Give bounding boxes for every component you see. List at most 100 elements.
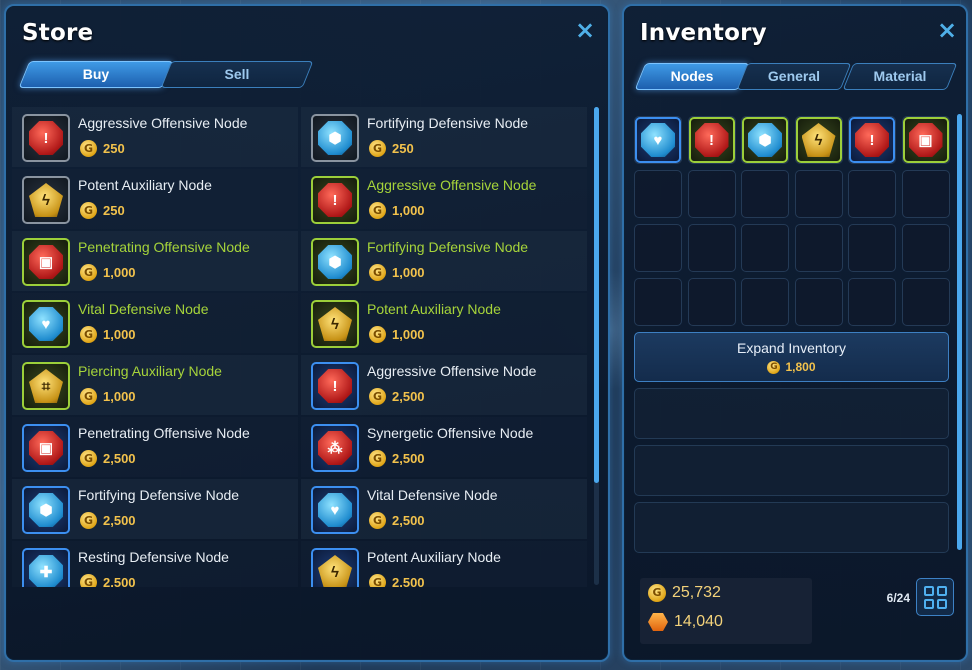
store-item[interactable]: ϟ Potent Auxiliary Node G 2,500	[301, 541, 587, 587]
store-item[interactable]: ⬢ Fortifying Defensive Node G 250	[301, 107, 587, 167]
store-item[interactable]: ▣ Penetrating Offensive Node G 1,000	[12, 231, 298, 291]
store-item[interactable]: ♥ Vital Defensive Node G 1,000	[12, 293, 298, 353]
inventory-slot-filled[interactable]: ⬢	[741, 116, 789, 164]
inventory-slot-empty[interactable]	[794, 278, 843, 326]
store-item-name: Penetrating Offensive Node	[78, 425, 250, 441]
inventory-slot-empty[interactable]	[794, 170, 843, 218]
node-icon: ⬢	[742, 117, 788, 163]
inventory-slot-empty[interactable]	[634, 278, 682, 326]
inventory-slot-empty[interactable]	[901, 170, 950, 218]
tab-sell[interactable]: Sell	[160, 61, 314, 88]
node-icon: ⬢	[311, 114, 359, 162]
tab-buy-label: Buy	[82, 66, 110, 82]
inventory-slot-empty[interactable]	[741, 278, 789, 326]
gold-balance: G 25,732	[648, 584, 721, 602]
node-gem-icon: ♥	[318, 493, 352, 527]
store-item-price-value: 1,000	[103, 265, 136, 280]
inventory-slot-empty[interactable]	[901, 224, 950, 272]
inventory-slot-empty[interactable]	[741, 224, 789, 272]
store-item-price: G 250	[369, 140, 414, 157]
store-item-name: Vital Defensive Node	[78, 301, 209, 317]
inventory-capacity: 6/24	[886, 591, 910, 605]
inventory-slot-empty[interactable]	[794, 224, 843, 272]
store-scrollbar[interactable]	[594, 107, 599, 483]
store-item-price: G 1,000	[369, 264, 425, 281]
store-item-price: G 1,000	[80, 264, 136, 281]
store-item[interactable]: ⁂ Synergetic Offensive Node G 2,500	[301, 417, 587, 477]
expand-inventory-button[interactable]: Expand Inventory G 1,800	[634, 332, 949, 382]
coin-icon: G	[80, 202, 97, 219]
store-item[interactable]: ! Aggressive Offensive Node G 1,000	[301, 169, 587, 229]
node-icon: ⬢	[22, 486, 70, 534]
store-item[interactable]: ▣ Penetrating Offensive Node G 2,500	[12, 417, 298, 477]
store-item-price: G 1,000	[80, 326, 136, 343]
node-icon: ϟ	[22, 176, 70, 224]
inventory-slot-empty[interactable]	[687, 170, 736, 218]
store-item-price: G 1,000	[369, 326, 425, 343]
inventory-slot-empty[interactable]	[848, 278, 896, 326]
store-item[interactable]: ⬢ Fortifying Defensive Node G 2,500	[12, 479, 298, 539]
node-gem-icon: !	[855, 123, 889, 157]
store-item[interactable]: ϟ Potent Auxiliary Node G 1,000	[301, 293, 587, 353]
inventory-slot-empty[interactable]	[634, 170, 682, 218]
tab-nodes[interactable]: Nodes	[634, 63, 750, 90]
node-icon: ⌗	[22, 362, 70, 410]
store-close-icon[interactable]: ×	[574, 18, 596, 42]
locked-slot-row	[634, 388, 949, 439]
expand-price-value: 1,800	[785, 360, 816, 374]
inventory-slot-empty[interactable]	[634, 224, 682, 272]
tab-sell-label: Sell	[224, 66, 250, 82]
node-icon: !	[311, 362, 359, 410]
node-icon: !	[849, 117, 895, 163]
store-item[interactable]: ⬢ Fortifying Defensive Node G 1,000	[301, 231, 587, 291]
node-icon: !	[688, 117, 735, 163]
store-item-name: Fortifying Defensive Node	[78, 487, 240, 503]
inventory-slot-empty[interactable]	[741, 170, 789, 218]
store-item[interactable]: ! Aggressive Offensive Node G 250	[12, 107, 298, 167]
node-gem-icon: ⁂	[318, 431, 352, 465]
node-icon: ✚	[22, 548, 70, 587]
store-item-price-value: 1,000	[392, 265, 425, 280]
tab-material-label: Material	[873, 68, 927, 84]
inventory-slot-empty[interactable]	[687, 224, 736, 272]
inventory-slot-filled[interactable]: !	[687, 116, 736, 164]
crystal-icon	[648, 613, 668, 631]
node-gem-icon: !	[318, 369, 352, 403]
grid-view-button[interactable]	[916, 578, 954, 616]
store-item-price: G 2,500	[80, 450, 136, 467]
node-icon: ♥	[22, 300, 70, 348]
inventory-slot-empty[interactable]	[848, 170, 896, 218]
node-gem-icon: ⬢	[318, 121, 352, 155]
inventory-slot-filled[interactable]: ϟ	[794, 116, 843, 164]
inventory-slot-empty[interactable]	[687, 278, 736, 326]
node-icon: ⁂	[311, 424, 359, 472]
store-panel: Store × Buy Sell ! Aggressive Offensive N…	[4, 4, 610, 662]
tab-general[interactable]: General	[736, 63, 852, 90]
store-item[interactable]: ♥ Vital Defensive Node G 2,500	[301, 479, 587, 539]
inventory-slot-filled[interactable]: ▣	[901, 116, 950, 164]
inventory-slot-empty[interactable]	[901, 278, 950, 326]
store-item-name: Potent Auxiliary Node	[367, 549, 501, 565]
tab-buy[interactable]: Buy	[18, 61, 174, 88]
inventory-slot-empty[interactable]	[848, 224, 896, 272]
node-gem-icon: ⬢	[29, 493, 63, 527]
inventory-scrollbar[interactable]	[957, 114, 962, 550]
grid-icon	[936, 598, 947, 609]
coin-icon: G	[80, 450, 97, 467]
inventory-close-icon[interactable]: ×	[936, 18, 958, 42]
store-item[interactable]: ⌗ Piercing Auxiliary Node G 1,000	[12, 355, 298, 415]
node-gem-icon: ✚	[29, 555, 63, 587]
store-item-name: Aggressive Offensive Node	[367, 363, 537, 379]
tab-material[interactable]: Material	[842, 63, 958, 90]
store-item[interactable]: ! Aggressive Offensive Node G 2,500	[301, 355, 587, 415]
inventory-slot-filled[interactable]: !	[848, 116, 896, 164]
store-item-list: ! Aggressive Offensive Node G 250 ⬢ Fortifyin…	[12, 107, 592, 587]
node-gem-icon: ♥	[29, 307, 63, 341]
node-gem-icon: !	[694, 123, 729, 157]
store-item-name: Resting Defensive Node	[78, 549, 229, 565]
store-item-price: G 250	[80, 202, 125, 219]
store-item[interactable]: ✚ Resting Defensive Node G 2,500	[12, 541, 298, 587]
inventory-slot-filled[interactable]: ♥	[634, 116, 682, 164]
store-item[interactable]: ϟ Potent Auxiliary Node G 250	[12, 169, 298, 229]
store-item-name: Aggressive Offensive Node	[367, 177, 537, 193]
